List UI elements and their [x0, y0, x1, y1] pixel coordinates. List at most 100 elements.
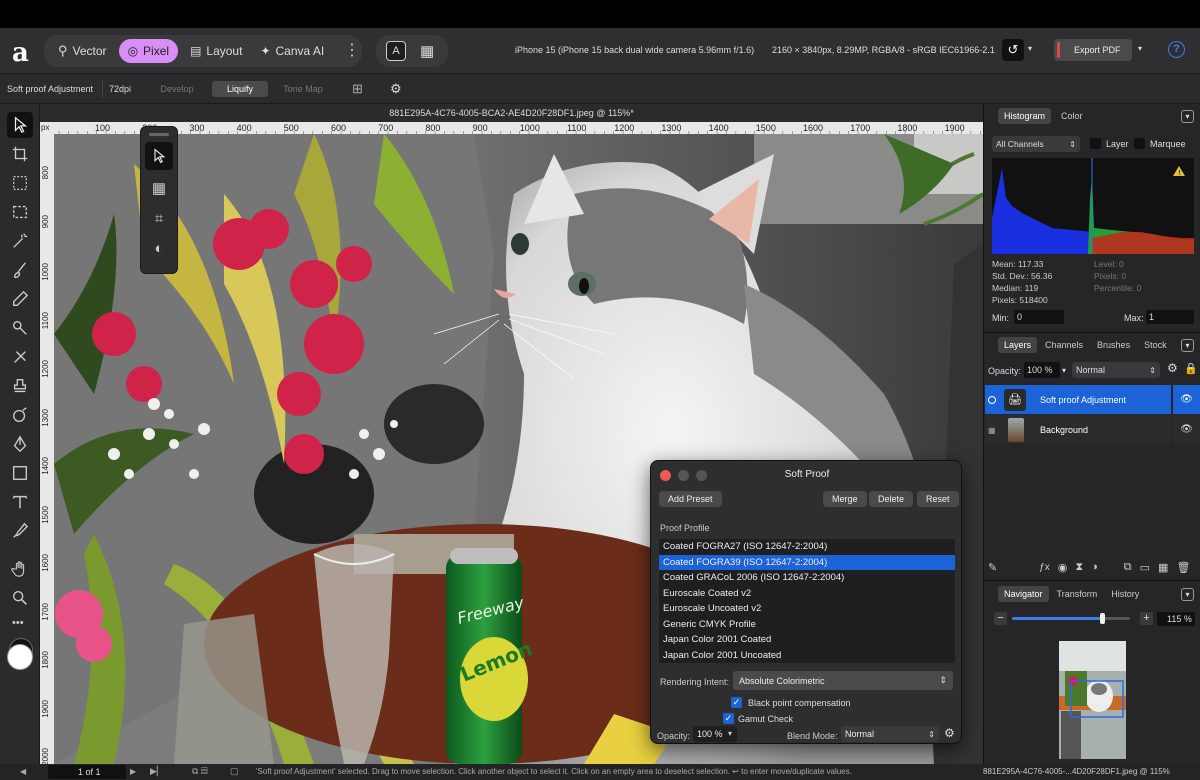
tab-liquify[interactable]: Liquify: [212, 81, 268, 97]
gear-icon[interactable]: ⚙: [1167, 361, 1178, 375]
zoom-value-input[interactable]: 115 %: [1157, 612, 1195, 626]
mask-icon[interactable]: ◉: [1058, 561, 1068, 574]
panel-menu-chevron-icon[interactable]: ▾: [1181, 339, 1194, 352]
channel-select[interactable]: All Channels ⇕: [992, 136, 1080, 152]
crop-tool[interactable]: [7, 141, 33, 167]
gear-icon[interactable]: ⚙: [390, 81, 402, 97]
liquify-select-tool[interactable]: [145, 142, 173, 170]
persona-canva-ai[interactable]: ✦ Canva AI: [254, 39, 330, 63]
export-options-chevron-icon[interactable]: ▾: [1138, 44, 1142, 53]
persona-layout[interactable]: ▤ Layout: [184, 39, 248, 63]
edit-layer-icon[interactable]: ✎: [988, 561, 997, 574]
layer-row[interactable]: ▦ Background: [985, 415, 1171, 444]
rectangle-tool[interactable]: [7, 460, 33, 486]
hand-tool[interactable]: [7, 556, 33, 582]
stamp-tool[interactable]: [7, 373, 33, 399]
text-frame-icon[interactable]: A: [386, 41, 406, 61]
dodge-tool[interactable]: [7, 402, 33, 428]
layer-row[interactable]: 🖨 Soft proof Adjustment: [985, 385, 1171, 414]
drag-handle[interactable]: [149, 133, 169, 136]
hook-icon[interactable]: ↺: [1002, 39, 1024, 61]
zoom-slider-thumb[interactable]: [1100, 613, 1105, 624]
opacity-chevron-icon[interactable]: ▾: [1062, 366, 1066, 375]
visibility-eye-icon[interactable]: 👁: [1173, 415, 1200, 444]
profile-list-item[interactable]: Coated FOGRA27 (ISO 12647-2:2004): [659, 539, 955, 555]
scroll-right-icon[interactable]: ▶: [130, 767, 136, 776]
profile-list-item[interactable]: Japan Color 2001 Uncoated: [659, 648, 955, 664]
export-pdf-button[interactable]: Export PDF: [1054, 39, 1132, 61]
layer-blend-select[interactable]: Normal ⇕: [1072, 362, 1160, 378]
adjustment-icon[interactable]: ◑: [1091, 561, 1098, 573]
mesh-grid-icon[interactable]: ▦: [145, 174, 173, 202]
clone-tool[interactable]: [7, 315, 33, 341]
tab-channels[interactable]: Channels: [1039, 337, 1089, 353]
pixel-tool[interactable]: [7, 286, 33, 312]
add-pixel-layer-icon[interactable]: ⧉: [1124, 561, 1132, 574]
delete-button[interactable]: Delete: [869, 491, 914, 507]
document-tab-title[interactable]: 881E295A-4C76-4005-BCA2-AE4D20F28DF1.jpe…: [40, 104, 983, 122]
tab-transform[interactable]: Transform: [1051, 586, 1104, 602]
chevron-down-icon[interactable]: ▾: [1028, 44, 1032, 53]
tab-brushes[interactable]: Brushes: [1091, 337, 1136, 353]
move-tool[interactable]: [7, 112, 33, 138]
marquee-checkbox[interactable]: [1134, 138, 1145, 149]
persona-pixel[interactable]: ◎ Pixel: [118, 39, 179, 63]
tab-histogram[interactable]: Histogram: [998, 108, 1052, 124]
opacity-chevron-icon[interactable]: ▾: [728, 729, 732, 738]
add-preset-button[interactable]: Add Preset: [659, 491, 722, 507]
grid-view-icon[interactable]: ▦: [420, 42, 434, 60]
zoom-out-button[interactable]: −: [994, 612, 1007, 625]
paint-brush-tool[interactable]: [7, 257, 33, 283]
selection-brush-tool[interactable]: [7, 170, 33, 196]
tab-layers[interactable]: Layers: [998, 337, 1038, 353]
marquee-tool[interactable]: [7, 199, 33, 225]
liquify-brush-icon[interactable]: ◐: [145, 234, 173, 262]
last-page-icon[interactable]: ▶▏: [150, 766, 164, 777]
scroll-left-icon[interactable]: ◀: [20, 767, 26, 776]
tab-stock[interactable]: Stock: [1138, 337, 1173, 353]
color-picker-tool[interactable]: [7, 518, 33, 544]
help-icon[interactable]: ?: [1168, 41, 1185, 58]
tab-navigator[interactable]: Navigator: [998, 586, 1049, 602]
gamut-check-checkbox[interactable]: ✓: [723, 713, 734, 724]
flood-select-tool[interactable]: [7, 228, 33, 254]
lock-icon[interactable]: 🔒: [1184, 362, 1198, 375]
page-indicator[interactable]: 1 of 1: [48, 765, 126, 779]
group-folder-icon[interactable]: ▭: [1140, 561, 1150, 574]
gear-icon[interactable]: ⚙: [944, 726, 955, 740]
pen-tool[interactable]: [7, 431, 33, 457]
profile-list-item[interactable]: Japan Color 2001 Coated: [659, 632, 955, 648]
tab-develop[interactable]: Develop: [146, 81, 208, 97]
blend-mode-select[interactable]: Normal ⇕: [841, 726, 939, 742]
healing-tool[interactable]: [7, 344, 33, 370]
live-filter-icon[interactable]: ⧗: [1075, 561, 1083, 574]
black-point-checkbox[interactable]: ✓: [731, 697, 742, 708]
text-tool[interactable]: [7, 489, 33, 515]
layer-opacity-input[interactable]: 100 %: [1024, 362, 1060, 378]
tab-history[interactable]: History: [1105, 586, 1145, 602]
rendering-intent-select[interactable]: Absolute Colorimetric ⇕: [733, 671, 953, 690]
checker-icon[interactable]: ▦: [1158, 561, 1168, 574]
grid-snap-icon[interactable]: ⊞: [352, 81, 363, 97]
max-input[interactable]: 1: [1146, 310, 1194, 324]
visibility-eye-icon[interactable]: 👁: [1173, 385, 1200, 414]
tab-tone-map[interactable]: Tone Map: [272, 81, 334, 97]
persona-vector[interactable]: ⚲ Vector: [52, 39, 113, 63]
profile-list-item[interactable]: Generic CMYK Profile: [659, 617, 955, 633]
tab-color[interactable]: Color: [1055, 108, 1089, 124]
panel-menu-chevron-icon[interactable]: ▾: [1181, 110, 1194, 123]
profile-list-item[interactable]: Euroscale Uncoated v2: [659, 601, 955, 617]
mesh-warp-icon[interactable]: ⌗: [145, 204, 173, 232]
more-menu-icon[interactable]: ⋮: [344, 40, 360, 60]
navigator-thumbnail[interactable]: [1059, 641, 1126, 759]
zoom-slider-track[interactable]: [1012, 613, 1130, 624]
zoom-tool[interactable]: [7, 585, 33, 611]
more-tools-icon[interactable]: •••: [12, 617, 39, 629]
merge-button[interactable]: Merge: [823, 491, 867, 507]
panel-menu-chevron-icon[interactable]: ▾: [1181, 588, 1194, 601]
trash-icon[interactable]: 🗑: [1176, 561, 1190, 574]
profile-list-item[interactable]: Coated GRACoL 2006 (ISO 12647-2:2004): [659, 570, 955, 586]
layer-checkbox[interactable]: [1090, 138, 1101, 149]
min-input[interactable]: 0: [1014, 310, 1064, 324]
profile-list-item[interactable]: Coated FOGRA39 (ISO 12647-2:2004): [659, 554, 955, 570]
